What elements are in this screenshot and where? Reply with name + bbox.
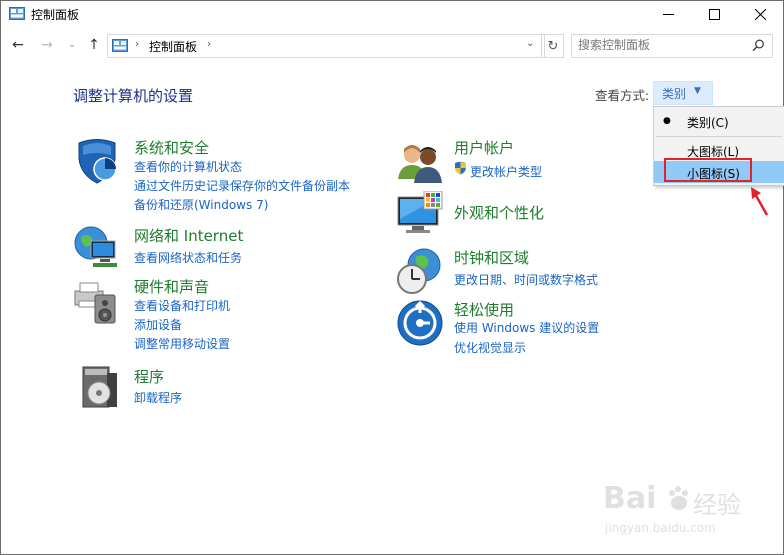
breadcrumb-chevron-icon[interactable]: ›	[135, 39, 139, 50]
annotation-arrow-icon	[751, 187, 769, 216]
uac-shield-icon	[455, 161, 466, 175]
refresh-icon: ↻	[547, 38, 559, 54]
ease-of-access-icon[interactable]	[396, 299, 444, 347]
view-by-value: 类别	[662, 87, 687, 101]
watermark-url: jingyan.baidu.com	[605, 521, 716, 535]
category-link[interactable]: 更改日期、时间或数字格式	[454, 271, 598, 288]
category-link[interactable]: 使用 Windows 建议的设置	[454, 319, 599, 336]
divider	[541, 35, 542, 57]
network-globe-icon[interactable]	[73, 223, 121, 271]
monitor-palette-icon[interactable]	[396, 191, 444, 239]
menu-item-category[interactable]: ● 类别(C)	[654, 110, 784, 132]
close-icon	[754, 8, 766, 20]
search-icon[interactable]	[752, 39, 765, 52]
watermark-brand: 经验	[693, 491, 741, 519]
category-link[interactable]: 查看你的计算机状态	[134, 158, 242, 175]
control-panel-icon	[112, 39, 128, 52]
category-link[interactable]: 调整常用移动设置	[134, 335, 230, 352]
breadcrumb-chevron-icon[interactable]: ›	[207, 39, 211, 50]
view-by-label: 查看方式:	[595, 88, 650, 103]
shield-icon[interactable]	[73, 137, 121, 185]
search-box[interactable]	[571, 34, 773, 58]
recent-locations-button[interactable]: ⌄	[63, 36, 81, 54]
category-link[interactable]: 通过文件历史记录保存你的文件备份副本	[134, 177, 350, 194]
category-link[interactable]: 卸载程序	[134, 389, 182, 406]
category-title[interactable]: 网络和 Internet	[134, 225, 243, 246]
view-by-dropdown[interactable]: 类别 ▼	[653, 81, 713, 105]
selected-dot-icon: ●	[663, 116, 671, 126]
category-title[interactable]: 用户帐户	[454, 137, 514, 158]
navigation-bar: ← → ⌄ ↑ › 控制面板 › ⌄ ↻	[1, 32, 783, 60]
printer-speaker-icon[interactable]	[73, 277, 121, 325]
address-dropdown-icon[interactable]: ⌄	[526, 38, 534, 49]
watermark-logo: Bai	[603, 481, 657, 516]
close-button[interactable]	[737, 1, 783, 27]
maximize-button[interactable]	[691, 1, 737, 27]
search-input[interactable]	[578, 38, 743, 52]
category-link[interactable]: 添加设备	[134, 316, 182, 333]
users-icon[interactable]	[396, 139, 444, 187]
breadcrumb-control-panel[interactable]: 控制面板	[149, 38, 197, 55]
category-title[interactable]: 硬件和声音	[134, 276, 209, 297]
control-panel-window: 控制面板 ← → ⌄ ↑ › 控制面板 › ⌄ ↻ 搜索控制面板 调整计算机的设…	[0, 0, 784, 555]
title-bar[interactable]: 控制面板	[1, 1, 783, 27]
category-title[interactable]: 外观和个性化	[454, 202, 544, 223]
category-title[interactable]: 时钟和区域	[454, 247, 529, 268]
address-bar[interactable]: › 控制面板 › ⌄	[107, 34, 545, 58]
category-title[interactable]: 程序	[134, 366, 164, 387]
dropdown-arrow-icon: ▼	[694, 86, 701, 96]
control-panel-icon	[9, 7, 25, 20]
category-title[interactable]: 轻松使用	[454, 299, 514, 320]
programs-icon[interactable]	[77, 363, 125, 411]
window-title: 控制面板	[31, 8, 80, 22]
forward-button[interactable]: →	[38, 36, 56, 54]
paw-icon	[669, 486, 688, 510]
back-button[interactable]: ←	[9, 36, 27, 54]
page-title: 调整计算机的设置	[73, 87, 194, 105]
baidu-watermark: Bai 经验 jingyan.baidu.com	[589, 481, 749, 541]
menu-separator	[656, 136, 782, 137]
minimize-button[interactable]	[645, 1, 691, 27]
category-link[interactable]: 更改帐户类型	[470, 163, 542, 180]
up-button[interactable]: ↑	[85, 36, 103, 54]
category-link[interactable]: 查看设备和打印机	[134, 297, 230, 314]
category-link[interactable]: 查看网络状态和任务	[134, 249, 242, 266]
minimize-icon	[662, 13, 674, 15]
category-title[interactable]: 系统和安全	[134, 137, 209, 158]
refresh-button[interactable]: ↻	[543, 34, 564, 58]
maximize-icon	[708, 8, 720, 20]
category-link[interactable]: 优化视觉显示	[454, 339, 526, 356]
clock-globe-icon[interactable]	[396, 247, 444, 295]
annotation-highlight-box	[664, 158, 752, 182]
category-link[interactable]: 备份和还原(Windows 7)	[134, 196, 268, 213]
menu-item-label: 类别(C)	[687, 116, 729, 130]
